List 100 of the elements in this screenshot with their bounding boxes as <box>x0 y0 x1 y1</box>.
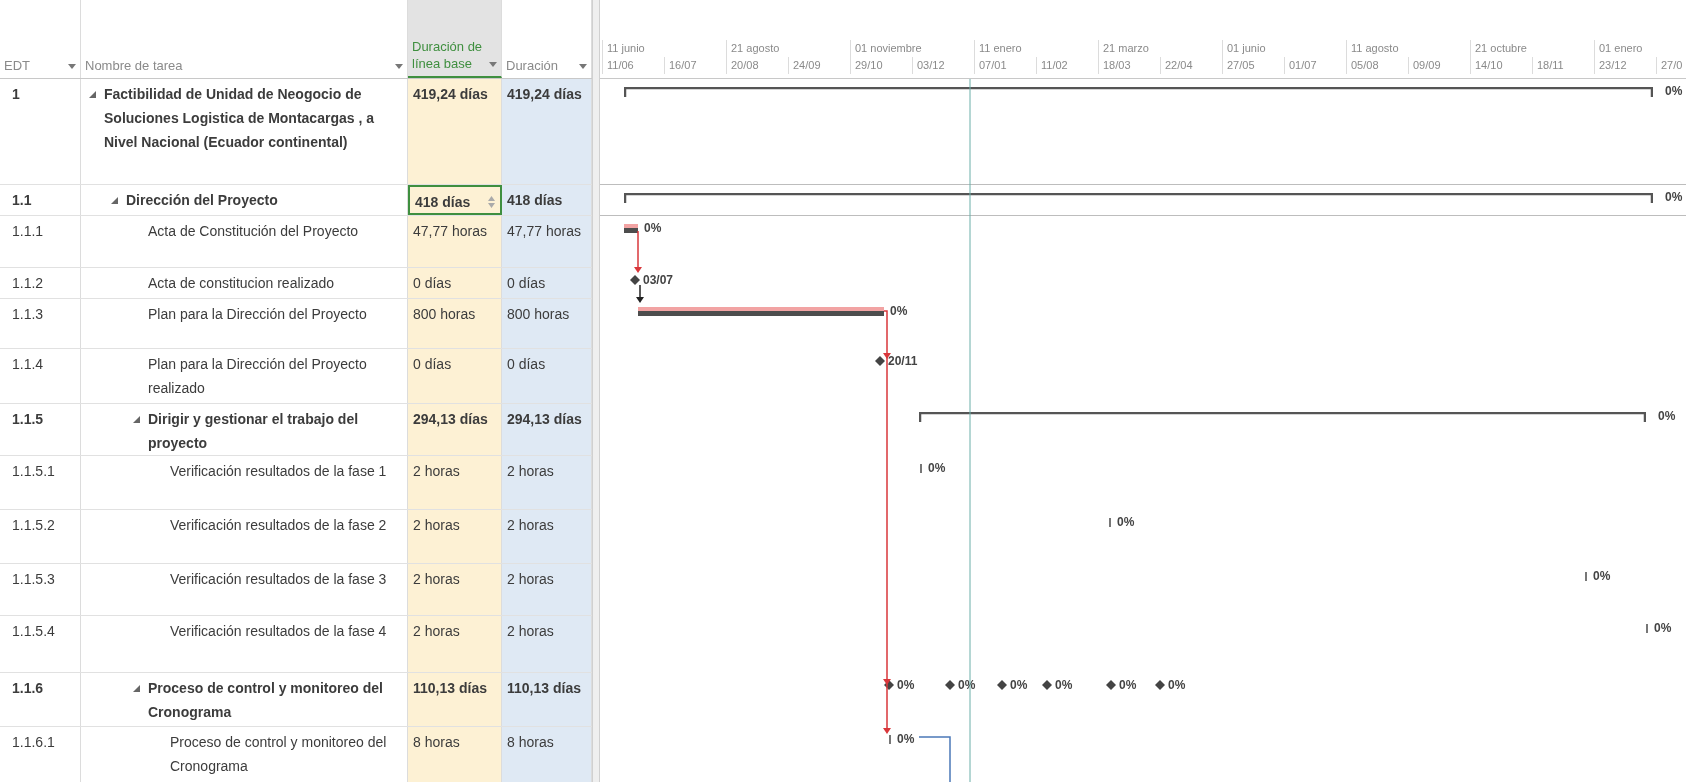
duration-cell: 0 días <box>507 356 546 372</box>
wbs-cell: 1.1.6 <box>12 680 44 696</box>
timescale-label: 11 junio <box>602 40 726 57</box>
wbs-cell: 1.1.5.2 <box>12 517 55 533</box>
bar-label: 0% <box>897 733 915 745</box>
bar-label: 0% <box>1665 85 1683 97</box>
bar-label: 0% <box>1658 410 1676 422</box>
bar-label: 0% <box>1654 622 1672 634</box>
duration-cell[interactable]: 2 horas <box>408 564 502 615</box>
timescale-label: 09/09 <box>1408 57 1470 74</box>
duration-cell[interactable]: 294,13 días <box>408 404 502 455</box>
bar-label: 0% <box>890 305 908 317</box>
duration-cell: 2 horas <box>507 463 554 479</box>
timescale-label: 27/0 <box>1656 57 1686 74</box>
milestone-marker <box>1106 680 1116 690</box>
timescale-label: 01 junio <box>1222 40 1346 57</box>
timescale-label: 01 enero <box>1594 40 1686 57</box>
timescale-label: 21 octubre <box>1470 40 1594 57</box>
duration-cell[interactable]: 8 horas <box>408 727 502 782</box>
duration-cell: 2 horas <box>507 571 554 587</box>
wbs-cell: 1.1.2 <box>12 275 44 291</box>
bar-label: 0% <box>1593 570 1611 582</box>
wbs-cell: 1.1.5.3 <box>12 571 55 587</box>
duration-cell[interactable]: 2 horas <box>408 510 502 563</box>
dropdown-arrow-icon[interactable] <box>395 64 403 69</box>
task-name: Proceso de control y monitoreo del Cronograma <box>170 733 388 776</box>
duration-cell[interactable]: 110,13 días <box>408 673 502 726</box>
timescale-label: 03/12 <box>912 57 974 74</box>
timescale-label: 11/06 <box>602 57 664 74</box>
wbs-cell: 1.1.5 <box>12 411 44 427</box>
task-name: Verificación resultados de la fase 2 <box>170 516 388 535</box>
timescale-label: 07/01 <box>974 57 1036 74</box>
task-name: Plan para la Dirección del Proyecto realizado <box>148 355 368 398</box>
duration-cell[interactable]: 47,77 horas <box>408 216 502 267</box>
duration-cell: 2 horas <box>507 517 554 533</box>
wbs-cell: 1.1.5.1 <box>12 463 55 479</box>
wbs-cell: 1.1 <box>12 192 32 208</box>
duration-cell[interactable]: 419,24 días <box>408 79 502 184</box>
task-name: Dirección del Proyecto <box>126 191 279 210</box>
timescale-label: 11 enero <box>974 40 1098 57</box>
wbs-cell: 1.1.4 <box>12 356 44 372</box>
dependency-arrow <box>634 230 642 273</box>
task-name: Plan para la Dirección del Proyecto <box>148 305 368 324</box>
dropdown-arrow-icon[interactable] <box>489 62 497 67</box>
wbs-cell: 1.1.5.4 <box>12 623 55 639</box>
duration-cell: 0 días <box>507 275 546 291</box>
task-name: Factibilidad de Unidad de Neogocio de Soluciones Logistica de Montacargas , a Nivel Nacional (Ecuador continental) <box>104 85 375 152</box>
bar-label: 20/11 <box>888 355 918 367</box>
duration-cell: 110,13 días <box>507 680 581 696</box>
collapse-triangle-icon[interactable] <box>111 197 118 204</box>
timescale-label: 24/09 <box>788 57 850 74</box>
timescale-label: 11/02 <box>1036 57 1098 74</box>
timescale-label: 29/10 <box>850 57 912 74</box>
duration-cell: 418 días <box>507 192 563 208</box>
milestone-marker <box>1155 680 1165 690</box>
timescale-label: 27/05 <box>1222 57 1284 74</box>
duration-cell[interactable]: 800 horas <box>408 299 502 348</box>
dropdown-arrow-icon[interactable] <box>68 64 76 69</box>
milestone-marker <box>1042 680 1052 690</box>
milestone-marker <box>997 680 1007 690</box>
milestone-marker <box>630 275 640 285</box>
duration-cell[interactable]: 0 días <box>408 349 502 403</box>
task-name: Dirigir y gestionar el trabajo del proyecto <box>148 410 360 453</box>
duration-cell[interactable]: 0 días <box>408 268 502 298</box>
task-name: Verificación resultados de la fase 3 <box>170 570 388 589</box>
duration-cell: 8 horas <box>507 734 554 750</box>
duration-cell: 800 horas <box>507 306 570 322</box>
duration-cell[interactable]: 2 horas <box>408 616 502 672</box>
bar-label: 0% <box>1665 191 1683 203</box>
wbs-cell: 1.1.1 <box>12 223 44 239</box>
collapse-triangle-icon[interactable] <box>133 685 140 692</box>
duration-cell[interactable]: 418 días <box>408 185 502 215</box>
duration-cell[interactable]: 2 horas <box>408 456 502 509</box>
task-name: Verificación resultados de la fase 1 <box>170 462 388 481</box>
task-bar <box>624 224 638 233</box>
collapse-triangle-icon[interactable] <box>133 416 140 423</box>
timescale-label: 16/07 <box>664 57 726 74</box>
timescale-label: 01/07 <box>1284 57 1346 74</box>
timescale-label: 20/08 <box>726 57 788 74</box>
bar-label: 0% <box>958 679 976 691</box>
timescale-label: 01 noviembre <box>850 40 974 57</box>
duration-cell: 294,13 días <box>507 411 582 427</box>
collapse-triangle-icon[interactable] <box>89 91 96 98</box>
timescale-label: 21 marzo <box>1098 40 1222 57</box>
bar-label: 0% <box>928 462 946 474</box>
milestone-marker <box>875 356 885 366</box>
wbs-cell: 1.1.3 <box>12 306 44 322</box>
timescale-label: 22/04 <box>1160 57 1222 74</box>
timescale-label: 05/08 <box>1346 57 1408 74</box>
dropdown-arrow-icon[interactable] <box>579 64 587 69</box>
timescale-label: 14/10 <box>1470 57 1532 74</box>
duration-cell: 2 horas <box>507 623 554 639</box>
column-header[interactable]: Duración <box>502 0 592 78</box>
timescale-label: 18/03 <box>1098 57 1160 74</box>
task-name: Acta de Constitución del Proyecto <box>148 222 360 241</box>
dependency-line <box>918 736 951 782</box>
timescale-label: 23/12 <box>1594 57 1656 74</box>
duration-cell: 419,24 días <box>507 86 582 102</box>
task-name: Acta de constitucion realizado <box>148 274 335 293</box>
milestone-marker <box>945 680 955 690</box>
